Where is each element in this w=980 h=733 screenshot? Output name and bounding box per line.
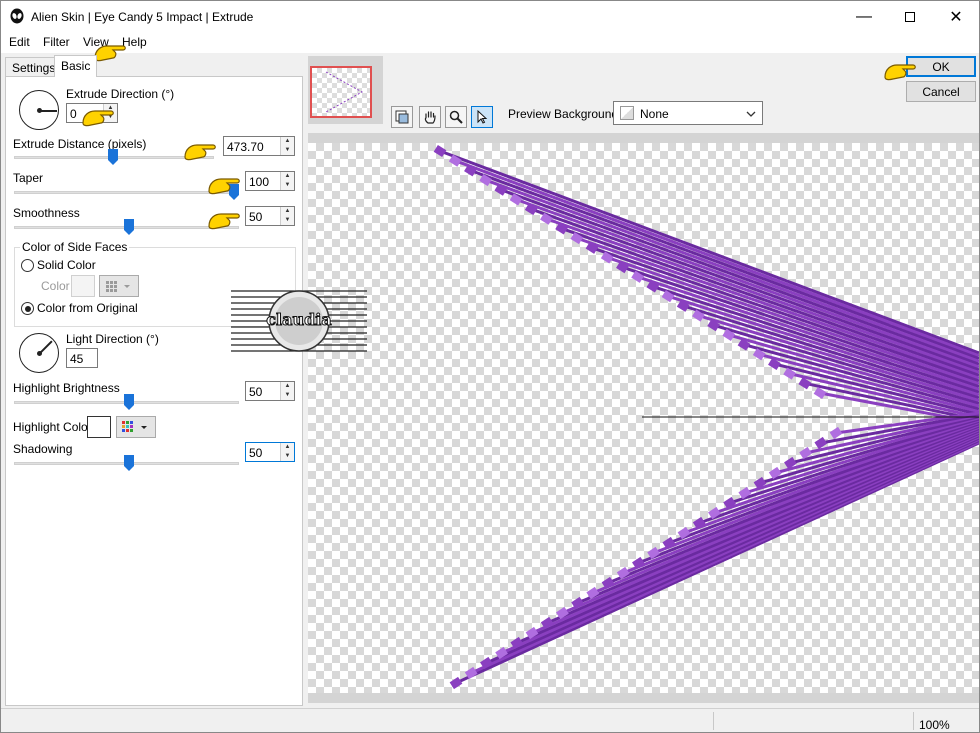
pointing-hand-icon — [884, 64, 916, 81]
eye-candy-window: Alien Skin | Eye Candy 5 Impact | Extrud… — [0, 0, 980, 733]
spin-arrows[interactable]: ▲ ▼ — [280, 137, 294, 155]
extrude-stripe — [653, 426, 979, 555]
extrude-stripe — [606, 256, 979, 386]
palette-grid-icon — [122, 421, 147, 432]
navigator-thumbnail — [325, 71, 364, 113]
spin-arrows[interactable]: ▲ ▼ — [280, 172, 294, 190]
magnifier-icon — [449, 110, 463, 124]
cancel-button[interactable]: Cancel — [906, 81, 976, 102]
minimize-button[interactable]: — — [841, 1, 887, 33]
arrow-cursor-icon — [477, 109, 488, 124]
status-separator — [913, 712, 914, 730]
extrude-distance-input[interactable]: 473.70 ▲ ▼ — [223, 136, 295, 156]
palette-grid-icon — [106, 281, 130, 292]
extrude-stripe — [469, 168, 979, 361]
pointing-hand-icon — [184, 144, 216, 161]
extrude-stripe — [576, 236, 979, 380]
highlight-color-picker-button[interactable] — [116, 416, 156, 438]
spin-arrows[interactable]: ▲ ▼ — [280, 443, 294, 461]
preview-pane[interactable] — [308, 133, 979, 703]
highlight-brightness-thumb[interactable] — [124, 394, 134, 410]
extrude-direction-label: Extrude Direction (°) — [66, 87, 175, 101]
basic-settings-panel: Extrude Direction (°) 0 ▲ ▼ Extrude Dista… — [5, 76, 303, 706]
spin-arrows[interactable]: ▲ ▼ — [280, 207, 294, 225]
pointing-hand-icon — [82, 110, 114, 127]
dial-center — [37, 108, 42, 113]
close-icon: ✕ — [949, 9, 963, 26]
status-separator — [713, 712, 714, 730]
smoothness-input[interactable]: 50 ▲ ▼ — [245, 206, 295, 226]
extrude-stripe — [530, 207, 979, 372]
light-direction-input[interactable]: 45 — [66, 348, 98, 368]
status-bar: 100% — [1, 708, 979, 732]
taper-slider[interactable] — [14, 191, 239, 194]
title-bar: Alien Skin | Eye Candy 5 Impact | Extrud… — [1, 1, 979, 33]
alien-skin-icon — [10, 8, 24, 24]
highlight-brightness-label: Highlight Brightness — [13, 381, 120, 395]
side-color-swatch[interactable] — [71, 275, 95, 297]
none-swatch-icon — [620, 106, 634, 120]
smoothness-label: Smoothness — [13, 206, 80, 220]
pointing-hand-icon — [94, 45, 126, 62]
preview-background-value: None — [640, 107, 669, 121]
zoom-level: 100% — [919, 718, 950, 732]
preview-canvas[interactable] — [308, 143, 979, 693]
shadowing-thumb[interactable] — [124, 455, 134, 471]
menu-edit[interactable]: Edit — [9, 35, 30, 49]
window-title: Alien Skin | Eye Candy 5 Impact | Extrud… — [31, 10, 254, 24]
zoom-tool[interactable] — [445, 106, 467, 128]
from-original-radio[interactable] — [21, 302, 34, 315]
extrude-distance-thumb[interactable] — [108, 149, 118, 165]
chevron-down-icon — [746, 111, 756, 117]
pointing-hand-icon — [208, 178, 240, 195]
side-color-picker-button[interactable] — [99, 275, 139, 297]
extrude-face — [829, 426, 843, 440]
extrude-stripe — [515, 197, 979, 369]
preview-compare-tool[interactable] — [391, 106, 413, 128]
taper-label: Taper — [13, 171, 44, 185]
extrude-direction-dial[interactable] — [19, 90, 59, 130]
select-tool[interactable] — [471, 106, 493, 128]
maximize-button[interactable] — [887, 1, 933, 33]
pointing-hand-icon — [208, 213, 240, 230]
extrude-preview-image — [433, 144, 979, 690]
highlight-color-swatch[interactable] — [87, 416, 111, 438]
menu-filter[interactable]: Filter — [43, 35, 70, 49]
shadowing-input[interactable]: 50 ▲ ▼ — [245, 442, 295, 462]
extrude-face — [449, 676, 463, 690]
side-faces-label: Color of Side Faces — [20, 240, 130, 254]
hand-tool[interactable] — [419, 106, 441, 128]
highlight-color-label: Highlight Color — [13, 420, 92, 434]
taper-input[interactable]: 100 ▲ ▼ — [245, 171, 295, 191]
light-direction-dial[interactable] — [19, 333, 59, 373]
claudia-watermark-logo: claudia — [231, 290, 367, 352]
preview-background-label: Preview Background: — [508, 107, 622, 121]
menu-bar: Edit Filter View Help — [1, 33, 979, 53]
watermark-text: claudia — [266, 310, 331, 329]
preview-navigator[interactable] — [308, 56, 383, 124]
solid-color-radio[interactable] — [21, 259, 34, 272]
tab-basic[interactable]: Basic — [54, 55, 98, 77]
solid-color-label: Solid Color — [37, 258, 96, 272]
compare-icon — [395, 110, 409, 124]
shadowing-label: Shadowing — [13, 442, 73, 456]
close-button[interactable]: ✕ — [933, 1, 979, 33]
hand-icon — [424, 111, 436, 124]
spin-arrows[interactable]: ▲ ▼ — [280, 382, 294, 400]
light-direction-label: Light Direction (°) — [66, 332, 159, 346]
navigator-viewport[interactable] — [310, 66, 372, 118]
extrude-face — [677, 526, 691, 540]
from-original-label: Color from Original — [37, 301, 138, 315]
extrude-face — [433, 144, 447, 158]
minimize-icon: — — [856, 8, 872, 25]
smoothness-thumb[interactable] — [124, 219, 134, 235]
dial-center — [37, 351, 42, 356]
extrude-distance-label: Extrude Distance (pixels) — [13, 137, 147, 151]
highlight-brightness-input[interactable]: 50 ▲ ▼ — [245, 381, 295, 401]
maximize-icon — [905, 12, 915, 22]
color-label: Color — [41, 279, 70, 293]
preview-background-select[interactable]: None — [613, 101, 763, 125]
